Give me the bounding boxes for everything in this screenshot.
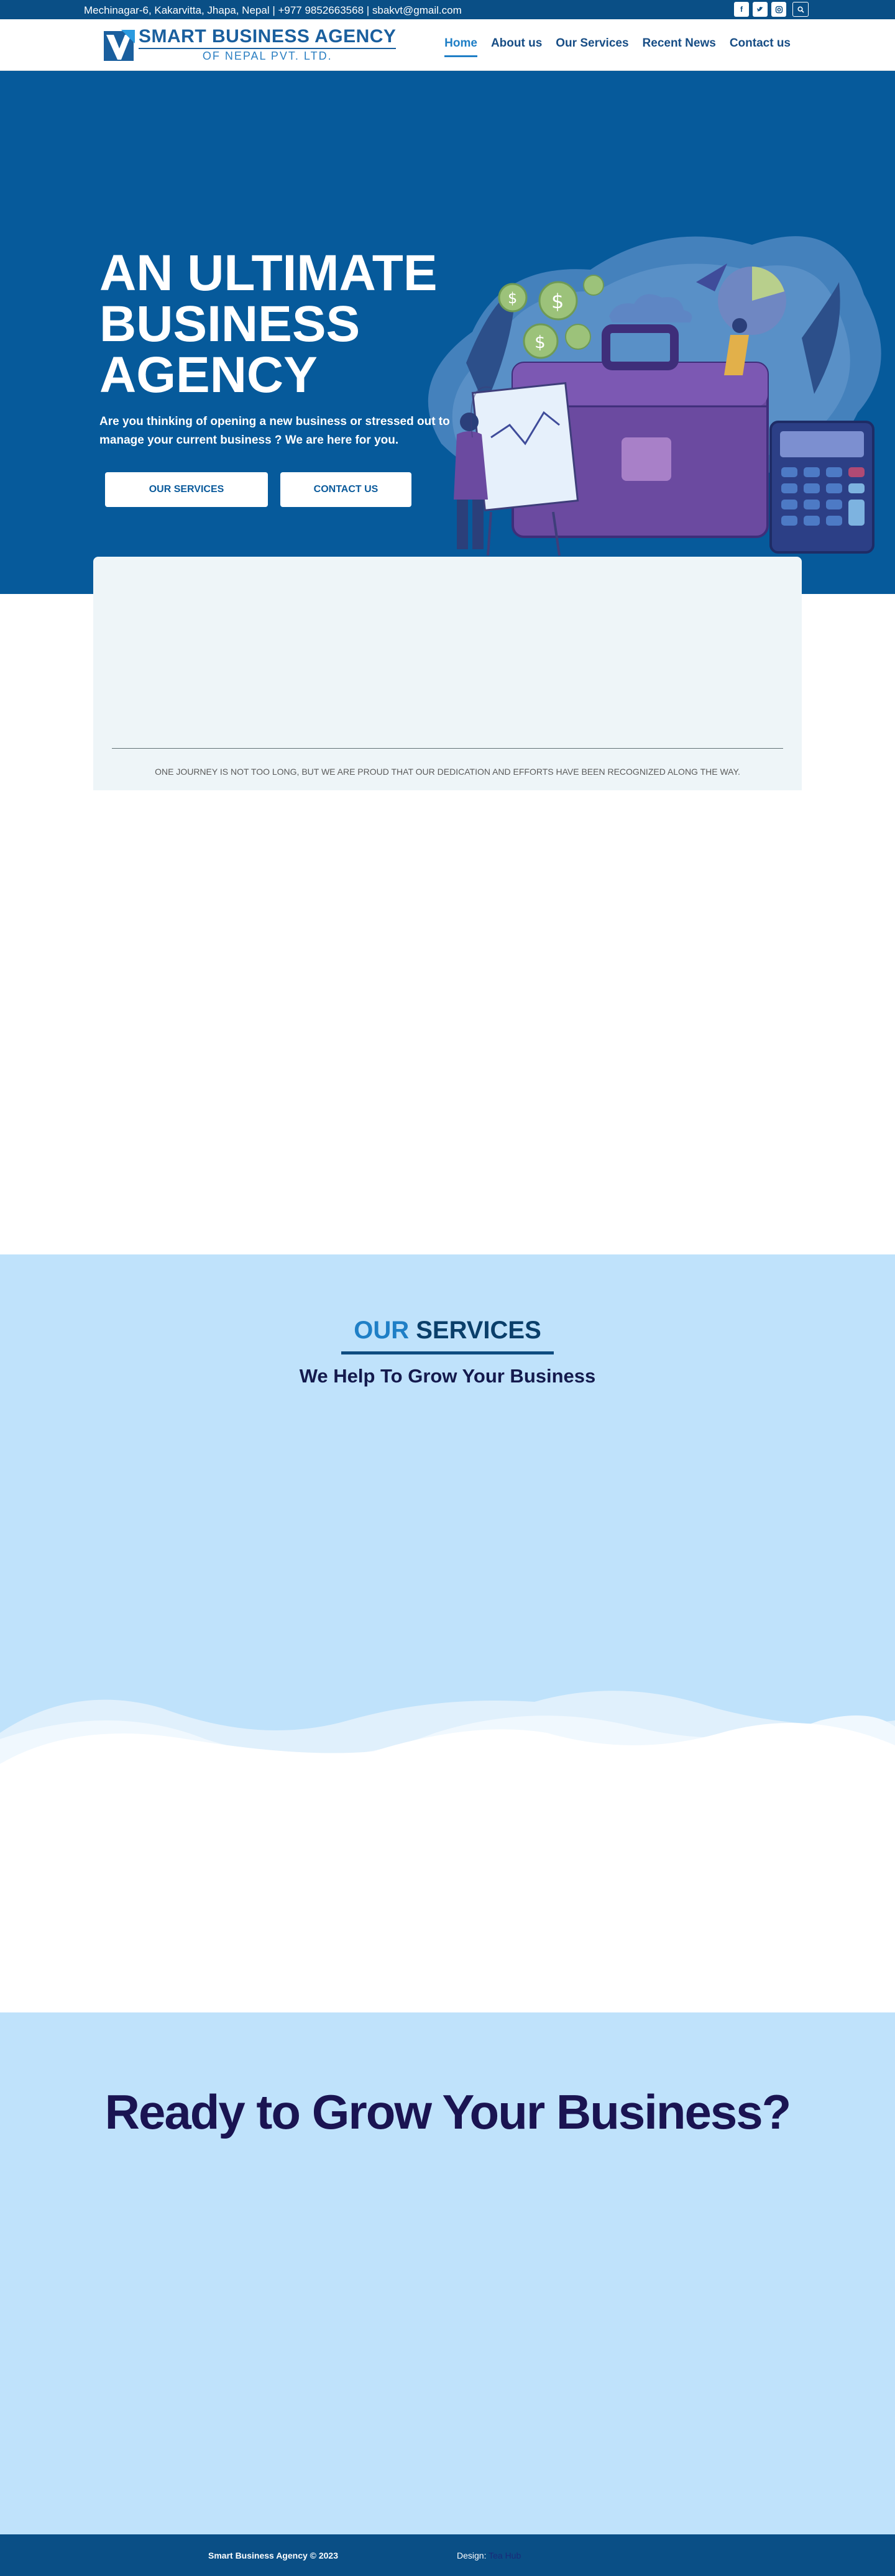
svg-text:$: $ [535,332,546,352]
nav-home[interactable]: Home [444,37,477,57]
services-title: OUR SERVICES [0,1317,895,1345]
top-bar: Mechinagar-6, Kakarvitta, Jhapa, Nepal |… [0,0,895,19]
search-icon[interactable] [792,2,809,17]
logo-mark-icon [103,27,136,62]
hero-section: $ $ $ AN ULTIMATE BUSINESS AGENCY Are yo… [0,71,895,594]
contact-info: Mechinagar-6, Kakarvitta, Jhapa, Nepal |… [84,4,462,16]
design-credit: Design: Tea Hub [457,2551,521,2560]
copyright: Smart Business Agency © 2023 [208,2551,339,2560]
nav-contact-us[interactable]: Contact us [730,37,791,57]
cta-title: Ready to Grow Your Business? [104,2085,792,2139]
services-title-accent: OUR [354,1317,410,1344]
services-section: OUR SERVICES We Help To Grow Your Busine… [0,1254,895,2012]
nav-about-us[interactable]: About us [491,37,542,57]
contact-us-button[interactable]: CONTACT US [280,472,411,507]
hero-lead: Are you thinking of opening a new busine… [99,415,450,447]
social-links: f [734,2,809,17]
facebook-icon[interactable]: f [734,2,749,17]
services-title-rest: SERVICES [416,1317,541,1344]
design-label: Design: [457,2551,487,2560]
svg-text:$: $ [551,290,564,313]
journey-text: ONE JOURNEY IS NOT TOO LONG, BUT WE ARE … [155,767,740,777]
logo-title: SMART BUSINESS AGENCY [139,26,397,47]
achievements-card: ONE JOURNEY IS NOT TOO LONG, BUT WE ARE … [93,557,802,790]
nav-our-services[interactable]: Our Services [556,37,628,57]
logo-subtitle: OF NEPAL PVT. LTD. [139,48,397,63]
site-header: SMART BUSINESS AGENCY OF NEPAL PVT. LTD.… [0,19,895,71]
hero-title: AN ULTIMATE BUSINESS AGENCY [99,245,438,403]
site-footer: Smart Business Agency © 2023 Design: Tea… [0,2534,895,2576]
business-illustration: $ $ $ [428,236,881,556]
divider [112,748,783,749]
twitter-icon[interactable] [753,2,768,17]
main-nav: Home About us Our Services Recent News C… [444,37,791,57]
logo[interactable]: SMART BUSINESS AGENCY OF NEPAL PVT. LTD. [103,26,397,63]
services-title-underline [341,1351,554,1354]
nav-recent-news[interactable]: Recent News [643,37,716,57]
wave-divider [0,1691,895,2012]
our-services-button[interactable]: OUR SERVICES [105,472,268,507]
svg-text:$: $ [508,290,517,307]
instagram-icon[interactable] [771,2,786,17]
services-subtitle: We Help To Grow Your Business [299,1365,596,1387]
design-link[interactable]: Tea Hub [489,2551,521,2560]
cta-section: Ready to Grow Your Business? [0,2012,895,2534]
